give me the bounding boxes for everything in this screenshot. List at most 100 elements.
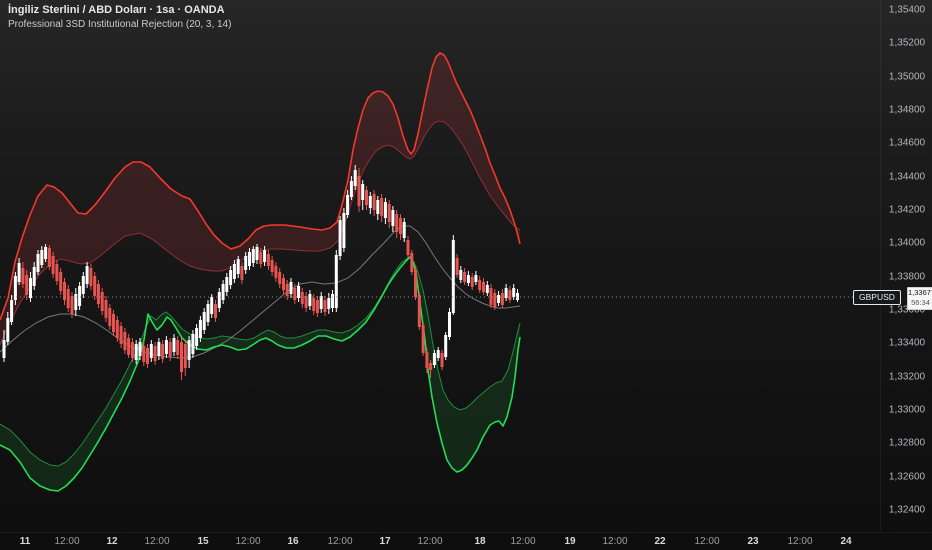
candle-body — [47, 248, 51, 267]
price-axis[interactable]: 1,35400 1,35200 1,35000 1,34800 1,34600 1,344… — [880, 0, 932, 532]
price-axis-label: 1,32600 — [888, 471, 926, 483]
candle-body — [282, 278, 285, 290]
candle-body — [255, 247, 259, 260]
candle-body — [70, 296, 74, 314]
candle-body — [59, 272, 63, 291]
candle-body — [470, 277, 474, 287]
candle-body — [376, 200, 380, 214]
candle-body — [361, 184, 365, 200]
candle-body — [274, 266, 278, 278]
candle-body — [130, 342, 134, 358]
candle-body — [108, 308, 112, 326]
candle-body — [451, 240, 455, 313]
time-axis-label: 15 — [197, 536, 209, 547]
chart-canvas[interactable] — [0, 0, 880, 532]
time-axis-label: 12:00 — [235, 536, 261, 547]
time-axis-label: 12:00 — [417, 536, 443, 547]
candle-body — [40, 250, 44, 265]
candle-body — [319, 296, 323, 309]
time-axis-label: 18 — [474, 536, 486, 547]
time-axis[interactable]: 11 12:00 12 12:00 15 12:00 16 12:00 17 12:00 18 12:… — [0, 532, 932, 550]
price-axis-label: 1,33200 — [888, 371, 926, 383]
candle-body — [32, 267, 36, 286]
upper-band-fill — [0, 53, 520, 345]
candle-body — [259, 252, 263, 264]
candle-body — [425, 352, 429, 368]
candle-body — [504, 288, 508, 298]
candle-body — [29, 278, 32, 298]
candle-body — [500, 293, 504, 305]
candle-body — [440, 353, 444, 367]
candle-body — [270, 260, 274, 272]
candle-body — [229, 270, 233, 285]
symbol-price-badge[interactable]: GBPUSD — [853, 290, 901, 305]
candle-body — [74, 294, 78, 310]
candle-body — [202, 312, 206, 330]
candle-body — [285, 284, 289, 296]
candle-body — [6, 318, 10, 342]
candle-body — [508, 290, 512, 300]
candle-body — [387, 204, 391, 222]
candle-body — [180, 342, 183, 372]
lower-band-fill — [0, 257, 520, 491]
time-axis-label: 16 — [287, 536, 299, 547]
candle-body — [304, 296, 308, 308]
time-axis-label: 11 — [19, 536, 31, 547]
candle-body — [383, 202, 387, 218]
candle-body — [293, 288, 297, 300]
candle-body — [463, 272, 467, 282]
candle-body — [436, 350, 440, 358]
candle-body — [149, 344, 153, 358]
price-axis-label: 1,33000 — [888, 404, 926, 416]
price-axis-label: 1,33400 — [888, 337, 926, 349]
candle-body — [127, 338, 131, 355]
time-axis-label: 12 — [106, 536, 118, 547]
price-axis-label: 1,32400 — [888, 504, 926, 516]
candle-body — [429, 363, 433, 370]
candle-body — [25, 275, 29, 295]
candle-body — [240, 266, 244, 280]
time-axis-label: 12:00 — [694, 536, 720, 547]
candle-body — [232, 264, 236, 279]
time-axis-label: 23 — [747, 536, 759, 547]
candle-body — [81, 276, 85, 294]
candle-body — [195, 328, 199, 346]
candle-body — [36, 254, 40, 272]
candle-body — [334, 255, 338, 308]
candle-body — [10, 300, 14, 322]
time-axis-label: 12:00 — [602, 536, 628, 547]
candle-body — [17, 263, 21, 282]
candle-body — [342, 213, 346, 248]
candle-body — [176, 340, 180, 355]
candle-body — [444, 335, 448, 357]
candle-body — [142, 346, 146, 362]
candle-body — [417, 295, 421, 327]
candle-body — [138, 342, 142, 356]
price-axis-label: 1,32800 — [888, 437, 926, 449]
symbol-title[interactable]: İngiliz Sterlini / ABD Doları · 1sa · OA… — [8, 4, 231, 17]
candle-body — [391, 210, 395, 226]
price-axis-label: 1,34000 — [888, 237, 926, 249]
indicator-title[interactable]: Professional 3SD Institutional Rejection… — [8, 18, 231, 31]
candle-body — [164, 340, 168, 354]
candle-body — [251, 249, 255, 263]
price-axis-label: 1,35400 — [888, 4, 926, 16]
time-axis-label: 17 — [379, 536, 391, 547]
candle-body — [327, 298, 331, 309]
candle-body — [357, 176, 361, 206]
candle-body — [395, 214, 399, 232]
candle-body — [485, 285, 489, 293]
candle-body — [168, 342, 172, 357]
candle-body — [236, 259, 240, 274]
candle-body — [161, 344, 165, 359]
candle-body — [466, 275, 470, 283]
candle-body — [100, 292, 104, 311]
candle-body — [119, 326, 123, 344]
candle-body — [497, 295, 501, 303]
candle-body — [414, 270, 417, 297]
candle-body — [353, 170, 357, 186]
candle-body — [44, 247, 48, 259]
candle-body — [221, 284, 225, 300]
price-axis-label: 1,35000 — [888, 71, 926, 83]
candle-body — [312, 298, 316, 311]
